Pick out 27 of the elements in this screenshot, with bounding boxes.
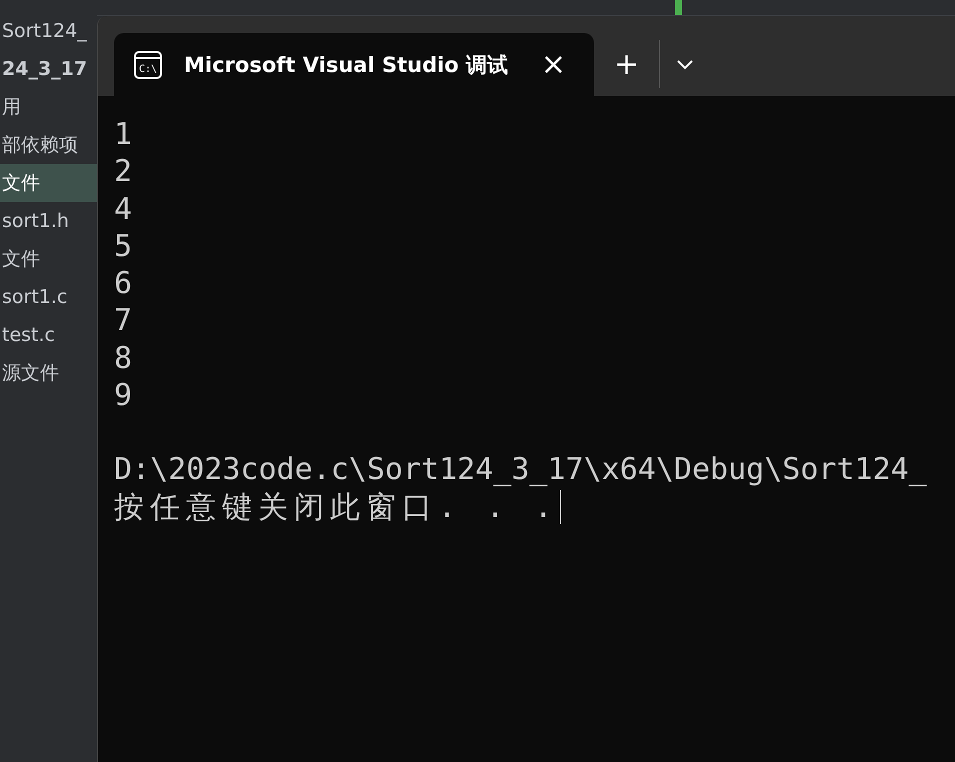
- close-button[interactable]: ×: [532, 50, 574, 80]
- output-line: 1: [114, 116, 134, 154]
- tree-item[interactable]: Sort124_: [0, 12, 97, 50]
- output-line: 2: [114, 153, 134, 191]
- terminal-tab[interactable]: C:\ Microsoft Visual Studio 调试 ×: [114, 33, 594, 96]
- tree-item[interactable]: 24_3_17: [0, 50, 97, 88]
- output-line: 5: [114, 228, 134, 266]
- new-tab-button[interactable]: +: [594, 48, 660, 82]
- output-line: 4: [114, 190, 134, 228]
- console-icon: C:\: [134, 50, 162, 78]
- tree-item[interactable]: sort1.h: [0, 202, 97, 240]
- prompt-text: 按任意键关闭此窗口. . .: [114, 488, 558, 526]
- tree-item[interactable]: 源文件: [0, 354, 97, 392]
- output-line: 6: [114, 265, 134, 302]
- output-line: 7: [114, 302, 134, 340]
- tree-item[interactable]: 文件: [0, 164, 97, 202]
- change-marker: [675, 0, 682, 15]
- tree-item[interactable]: sort1.c: [0, 278, 97, 316]
- tab-title: Microsoft Visual Studio 调试: [184, 52, 510, 78]
- tree-item[interactable]: test.c: [0, 316, 97, 354]
- tree-item[interactable]: 文件: [0, 240, 97, 278]
- text-cursor: [560, 490, 562, 524]
- tree-item[interactable]: 部依赖项: [0, 126, 97, 164]
- tree-item[interactable]: 用: [0, 88, 97, 126]
- output-line: 9: [114, 377, 134, 414]
- output-line: 8: [114, 340, 134, 378]
- output-line: D:\2023code.c\Sort124_3_17\x64\Debug\Sort124_: [114, 451, 928, 489]
